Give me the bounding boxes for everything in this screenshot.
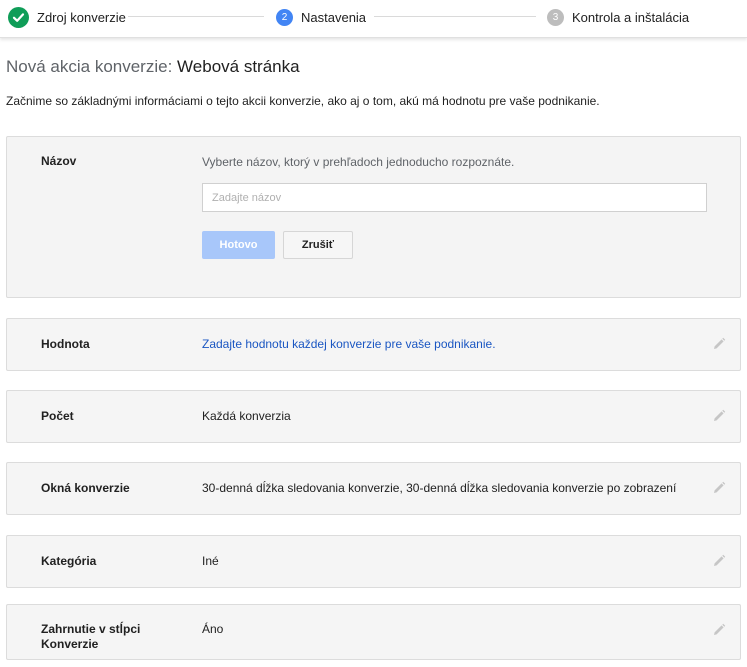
include-in-conversions-section[interactable]: Zahrnutie v stĺpci Konverzie Áno <box>6 604 741 660</box>
step-connector <box>128 16 264 17</box>
category-value: Iné <box>202 554 219 568</box>
step-label: Kontrola a inštalácia <box>572 9 690 25</box>
step-number-badge: 2 <box>276 8 293 26</box>
include-in-conversions-label: Zahrnutie v stĺpci Konverzie <box>41 622 141 651</box>
pencil-icon[interactable] <box>712 337 726 351</box>
step-conversion-source[interactable]: Zdroj konverzie <box>8 6 126 28</box>
page-title: Nová akcia konverzie: Webová stránka <box>6 57 300 77</box>
count-value: Každá konverzia <box>202 409 291 423</box>
page-description: Začnime so základnými informáciami o tej… <box>6 94 600 108</box>
check-icon <box>8 6 29 28</box>
conversion-windows-value: 30-denná dĺžka sledovania konverzie, 30-… <box>202 481 677 495</box>
value-link[interactable]: Zadajte hodnotu každej konverzie pre vaš… <box>202 337 496 352</box>
step-connector <box>374 16 536 17</box>
page-title-prefix: Nová akcia konverzie: <box>6 57 173 76</box>
page-title-type: Webová stránka <box>177 57 300 76</box>
count-label: Počet <box>41 409 74 423</box>
value-section[interactable]: Hodnota Zadajte hodnotu každej konverzie… <box>6 318 741 371</box>
name-label: Názov <box>41 154 77 168</box>
category-section[interactable]: Kategória Iné <box>6 535 741 588</box>
stepper: Zdroj konverzie 2 Nastavenia 3 Kontrola … <box>0 0 747 38</box>
done-button[interactable]: Hotovo <box>202 231 275 259</box>
include-in-conversions-value: Áno <box>202 622 224 636</box>
name-input[interactable] <box>202 183 707 212</box>
name-section: Názov Vyberte názov, ktorý v prehľadoch … <box>6 136 741 298</box>
value-label: Hodnota <box>41 337 90 351</box>
step-number-badge: 3 <box>547 8 564 26</box>
category-label: Kategória <box>41 554 97 568</box>
cancel-button[interactable]: Zrušiť <box>283 231 353 259</box>
step-settings[interactable]: 2 Nastavenia <box>276 6 366 28</box>
conversion-windows-section[interactable]: Okná konverzie 30-denná dĺžka sledovania… <box>6 462 741 515</box>
count-section[interactable]: Počet Každá konverzia <box>6 390 741 443</box>
name-hint: Vyberte názov, ktorý v prehľadoch jednod… <box>202 155 515 169</box>
pencil-icon[interactable] <box>712 623 726 637</box>
pencil-icon[interactable] <box>712 481 726 495</box>
step-label: Nastavenia <box>301 9 367 25</box>
step-review-install[interactable]: 3 Kontrola a inštalácia <box>547 6 689 28</box>
conversion-windows-label: Okná konverzie <box>41 481 130 495</box>
pencil-icon[interactable] <box>712 409 726 423</box>
step-label: Zdroj konverzie <box>37 9 126 25</box>
pencil-icon[interactable] <box>712 554 726 568</box>
